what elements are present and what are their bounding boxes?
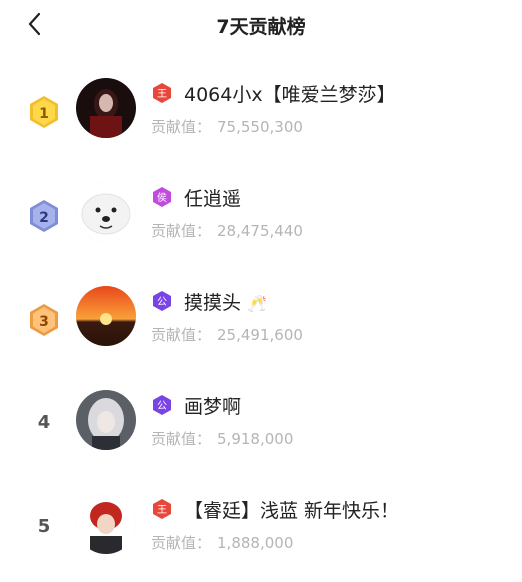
rank-list-item[interactable]: 3 公 摸摸头 🥂 贡献值： 25,491,600 (0, 284, 522, 374)
svg-text:2: 2 (39, 210, 49, 226)
user-name: 画梦啊 (184, 396, 242, 418)
user-name: 摸摸头 🥂 (184, 292, 267, 314)
rank-3-bronze-hexagon-icon: 3 (26, 302, 62, 338)
contribution-value: 贡献值： 28,475,440 (151, 222, 303, 240)
svg-text:公: 公 (157, 297, 167, 308)
svg-text:王: 王 (157, 505, 167, 516)
rank-1-gold-hexagon-icon: 1 (26, 94, 62, 130)
rank-list-item[interactable]: 1 王 4064小x【唯爱兰梦莎】 贡献值： 75,550,300 (0, 76, 522, 166)
user-name: 任逍遥 (184, 188, 242, 210)
avatar[interactable] (76, 286, 136, 346)
clinking-glasses-icon: 🥂 (247, 294, 267, 313)
contribution-value: 贡献值： 1,888,000 (151, 534, 294, 552)
svg-text:侯: 侯 (157, 191, 167, 204)
rank-list-item[interactable]: 4 公 画梦啊 贡献值： 5,918,000 (0, 388, 522, 478)
rank-badge-hou-icon: 侯 (151, 186, 173, 208)
rank-number: 4 (37, 412, 51, 433)
svg-text:3: 3 (39, 314, 49, 330)
rank-list-item[interactable]: 2 侯 任逍遥 贡献值： 28,475,440 (0, 180, 522, 270)
avatar[interactable] (76, 78, 136, 138)
rank-list-item[interactable]: 5 王 【睿廷】浅蓝 新年快乐！ 贡献值： 1,888,000 (0, 492, 522, 582)
header-bar: 7天贡献榜 (0, 0, 522, 48)
avatar[interactable] (76, 390, 136, 450)
rank-badge-wang-icon: 王 (151, 498, 173, 520)
rank-number: 5 (37, 516, 51, 537)
contribution-value: 贡献值： 25,491,600 (151, 326, 303, 344)
rank-badge-gong-icon: 公 (151, 394, 173, 416)
svg-text:1: 1 (39, 106, 49, 122)
contribution-value: 贡献值： 5,918,000 (151, 430, 294, 448)
svg-text:公: 公 (157, 401, 167, 412)
rank-badge-gong-icon: 公 (151, 290, 173, 312)
rank-badge-wang-icon: 王 (151, 82, 173, 104)
user-name: 4064小x【唯爱兰梦莎】 (184, 84, 396, 106)
avatar[interactable] (76, 182, 136, 242)
contribution-value: 贡献值： 75,550,300 (151, 118, 303, 136)
rank-2-silver-hexagon-icon: 2 (26, 198, 62, 234)
svg-text:王: 王 (157, 89, 167, 100)
avatar[interactable] (76, 494, 136, 554)
page-title: 7天贡献榜 (216, 16, 306, 38)
user-name: 【睿廷】浅蓝 新年快乐！ (184, 500, 400, 522)
